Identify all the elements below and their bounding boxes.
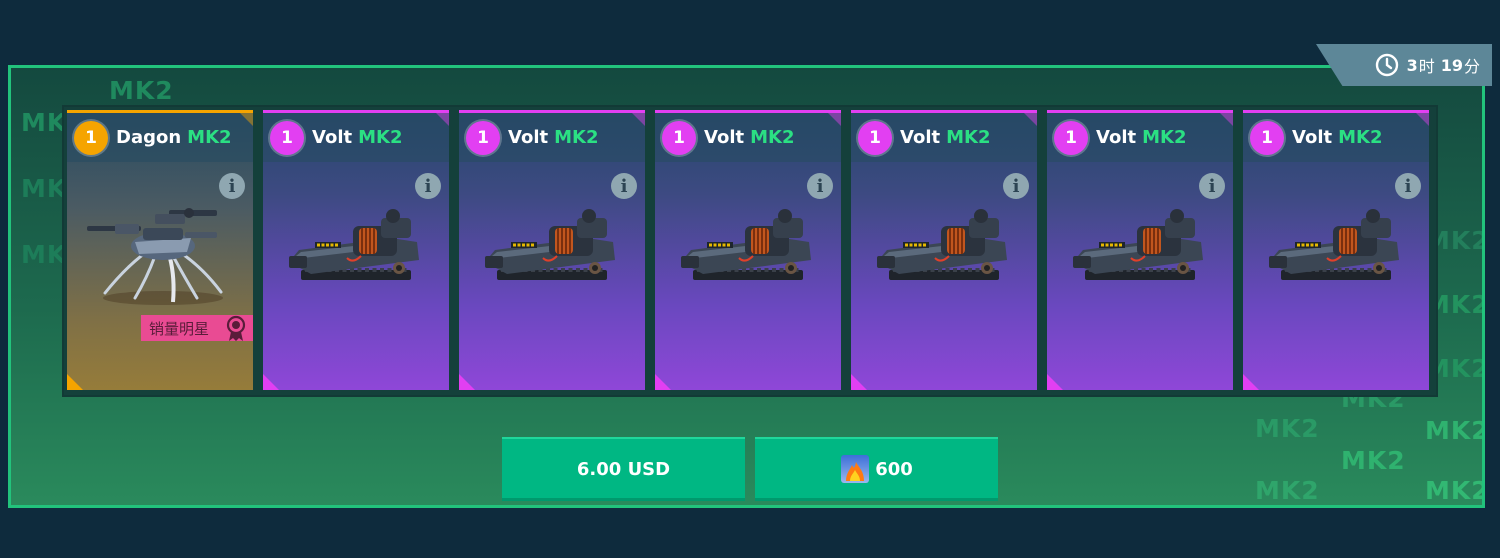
item-card-row: 1 Dagon MK2 i 销量明星 1 Volt MK2 i 1 Volt M… — [64, 107, 1436, 395]
item-name: Volt — [1096, 127, 1137, 148]
card-header: 1 Dagon MK2 — [67, 113, 253, 162]
rarity-corner — [1047, 374, 1063, 390]
info-icon[interactable]: i — [1395, 173, 1421, 199]
item-mark: MK2 — [1338, 127, 1383, 148]
timer-hours: 3 — [1406, 55, 1418, 75]
offer-timer: 3 时 19 分 — [1316, 44, 1492, 86]
item-card-volt[interactable]: 1 Volt MK2 i — [1243, 110, 1429, 390]
level-badge: 1 — [1250, 120, 1284, 155]
level-badge: 1 — [270, 120, 304, 155]
timer-minutes-unit: 分 — [1463, 57, 1480, 76]
item-card-dagon[interactable]: 1 Dagon MK2 i 销量明星 — [67, 110, 253, 390]
item-mark: MK2 — [554, 127, 599, 148]
item-name: Volt — [704, 127, 745, 148]
buy-gold-button[interactable]: 600 — [755, 437, 998, 501]
watermark: MK2 — [109, 76, 174, 105]
rarity-corner — [459, 374, 475, 390]
medal-icon — [226, 315, 246, 341]
info-icon[interactable]: i — [807, 173, 833, 199]
rarity-corner — [851, 374, 867, 390]
watermark: MK2 — [1341, 446, 1406, 475]
weapon-image — [877, 209, 1007, 280]
item-mark: MK2 — [187, 127, 232, 148]
card-header: 1 Volt MK2 — [1243, 113, 1429, 162]
item-name: Volt — [312, 127, 353, 148]
watermark: MK2 — [1255, 476, 1320, 505]
level-badge: 1 — [74, 120, 108, 155]
item-card-volt[interactable]: 1 Volt MK2 i — [263, 110, 449, 390]
clock-icon — [1375, 53, 1398, 77]
item-card-volt[interactable]: 1 Volt MK2 i — [459, 110, 645, 390]
info-icon[interactable]: i — [1003, 173, 1029, 199]
level-badge: 1 — [858, 120, 892, 155]
info-icon[interactable]: i — [1199, 173, 1225, 199]
item-mark: MK2 — [1142, 127, 1187, 148]
badge-label: 销量明星 — [149, 319, 210, 338]
item-name: Volt — [900, 127, 941, 148]
watermark: MK2 — [1425, 476, 1485, 505]
info-icon[interactable]: i — [611, 173, 637, 199]
item-mark: MK2 — [946, 127, 991, 148]
watermark: MK2 — [1255, 414, 1320, 443]
weapon-image — [485, 209, 615, 280]
timer-hours-unit: 时 — [1418, 57, 1435, 76]
card-header: 1 Volt MK2 — [1047, 113, 1233, 162]
item-name: Volt — [1292, 127, 1333, 148]
level-badge: 1 — [466, 120, 500, 155]
level-badge: 1 — [662, 120, 696, 155]
info-icon[interactable]: i — [219, 173, 245, 199]
item-mark: MK2 — [358, 127, 403, 148]
item-name: Dagon — [116, 127, 182, 148]
level-badge: 1 — [1054, 120, 1088, 155]
item-card-volt[interactable]: 1 Volt MK2 i — [1047, 110, 1233, 390]
item-card-volt[interactable]: 1 Volt MK2 i — [851, 110, 1037, 390]
price-gold-label: 600 — [875, 458, 913, 480]
item-card-volt[interactable]: 1 Volt MK2 i — [655, 110, 841, 390]
item-mark: MK2 — [750, 127, 795, 148]
weapon-image — [681, 209, 811, 280]
card-header: 1 Volt MK2 — [851, 113, 1037, 162]
rarity-corner — [655, 374, 671, 390]
timer-minutes: 19 — [1440, 55, 1463, 75]
rarity-corner — [263, 374, 279, 390]
weapon-image — [1073, 209, 1203, 280]
rarity-corner — [1243, 374, 1259, 390]
rarity-corner — [67, 374, 83, 390]
info-icon[interactable]: i — [415, 173, 441, 199]
buy-usd-button[interactable]: 6.00 USD — [502, 437, 745, 501]
card-header: 1 Volt MK2 — [263, 113, 449, 162]
gold-currency-icon — [841, 455, 870, 483]
weapon-image — [289, 209, 419, 280]
robot-image — [87, 208, 223, 305]
price-usd-label: 6.00 USD — [576, 458, 671, 480]
watermark: MK2 — [1425, 416, 1485, 445]
weapon-image — [1269, 209, 1399, 280]
item-name: Volt — [508, 127, 549, 148]
card-header: 1 Volt MK2 — [655, 113, 841, 162]
card-header: 1 Volt MK2 — [459, 113, 645, 162]
best-seller-badge: 销量明星 — [141, 315, 253, 341]
